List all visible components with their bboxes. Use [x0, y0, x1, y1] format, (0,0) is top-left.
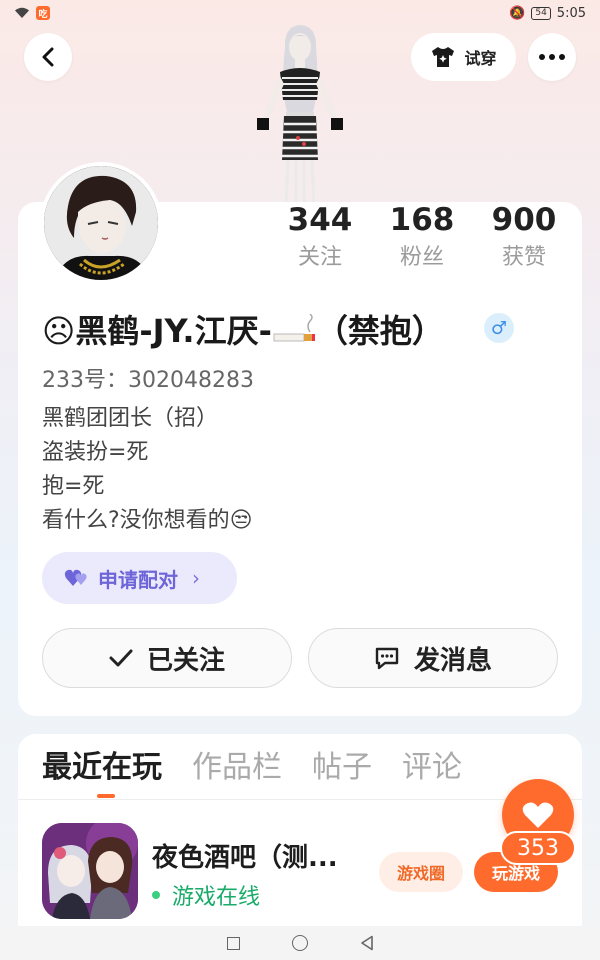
profile-avatar[interactable]: [40, 162, 162, 284]
game-status-label: 游戏在线: [172, 885, 261, 910]
mute-icon: 🔕: [509, 5, 526, 21]
send-message-label: 发消息: [413, 645, 492, 676]
system-nav-bar: [0, 926, 600, 960]
bio-line: 盗装扮=死: [42, 440, 149, 465]
status-time: 5:05: [556, 5, 586, 21]
like-count-badge: 353: [500, 831, 576, 865]
stat-followers[interactable]: 168 粉丝: [372, 200, 472, 274]
try-on-button[interactable]: 试穿: [411, 33, 516, 81]
more-options-button[interactable]: [528, 33, 576, 81]
likes-label: 获赞: [501, 245, 546, 270]
gender-male-icon: ♂: [484, 313, 514, 343]
tab-posts[interactable]: 帖子: [312, 748, 372, 788]
battery-indicator: 54: [531, 6, 551, 20]
profile-stats: 344 关注 168 粉丝 900 获赞: [270, 200, 580, 274]
home-icon[interactable]: [291, 935, 308, 951]
back-triangle-icon[interactable]: [360, 935, 374, 951]
back-arrow-icon: [42, 47, 54, 67]
more-dots-icon: [539, 54, 565, 60]
bio-line: 看什么?没你想看的😒: [42, 508, 253, 533]
recent-game-item[interactable]: 夜色酒吧（测... 游戏在线 游戏圈 玩游戏: [42, 823, 562, 923]
user-id[interactable]: 233号：302048283: [42, 362, 254, 394]
send-message-button[interactable]: 发消息: [308, 628, 558, 688]
active-tab-indicator: [97, 794, 115, 798]
game-online-status: 游戏在线: [152, 879, 260, 911]
followers-label: 粉丝: [399, 245, 444, 270]
recent-apps-icon[interactable]: [226, 936, 240, 950]
chevron-right-icon: ›: [192, 566, 200, 590]
pair-hearts-icon: [64, 569, 87, 586]
apply-pair-label: 申请配对: [98, 567, 178, 592]
bio-line: 抱=死: [42, 474, 105, 499]
stat-following[interactable]: 344 关注: [270, 200, 370, 274]
cigarette-icon: [273, 314, 315, 342]
tab-comments[interactable]: 评论: [402, 748, 462, 788]
content-tabs: 最近在玩 作品栏 帖子 评论: [25, 748, 462, 788]
tshirt-icon: [432, 47, 455, 67]
game-circle-button[interactable]: 游戏圈: [379, 852, 463, 892]
app-notification-icon: 吃: [36, 6, 50, 20]
game-icon[interactable]: [42, 823, 138, 919]
likes-count: 900: [491, 202, 557, 238]
wifi-icon: [15, 7, 29, 18]
tab-recently-played[interactable]: 最近在玩: [42, 748, 162, 788]
stat-likes[interactable]: 900 获赞: [474, 200, 574, 274]
following-button-label: 已关注: [146, 645, 225, 676]
chat-bubble-icon: [375, 647, 399, 670]
nickname-suffix: （禁抱）: [315, 312, 444, 350]
followers-count: 168: [389, 202, 455, 238]
profile-bio: 黑鹤团团长（招） 盗装扮=死 抱=死 看什么?没你想看的😒: [42, 402, 253, 538]
avatar-character[interactable]: [240, 20, 360, 210]
heart-icon: [522, 802, 554, 828]
following-count: 344: [287, 202, 353, 238]
online-dot-icon: [152, 891, 160, 899]
profile-nickname: ☹黑鹤-JY.江厌- （禁抱）: [42, 306, 444, 352]
check-icon: [109, 649, 133, 667]
try-on-label: 试穿: [464, 49, 497, 68]
back-button[interactable]: [24, 33, 72, 81]
avatar-image: [44, 166, 158, 280]
nickname-prefix: ☹黑鹤-JY.江厌-: [42, 312, 272, 350]
following-label: 关注: [297, 245, 342, 270]
game-title: 夜色酒吧（测...: [152, 843, 338, 873]
bio-line: 黑鹤团团长（招）: [42, 406, 219, 431]
following-button[interactable]: 已关注: [42, 628, 292, 688]
apply-pair-button[interactable]: 申请配对 ›: [42, 552, 237, 604]
tabs-divider: [18, 799, 582, 800]
game-cover-image: [42, 823, 138, 919]
tab-works[interactable]: 作品栏: [192, 748, 282, 788]
